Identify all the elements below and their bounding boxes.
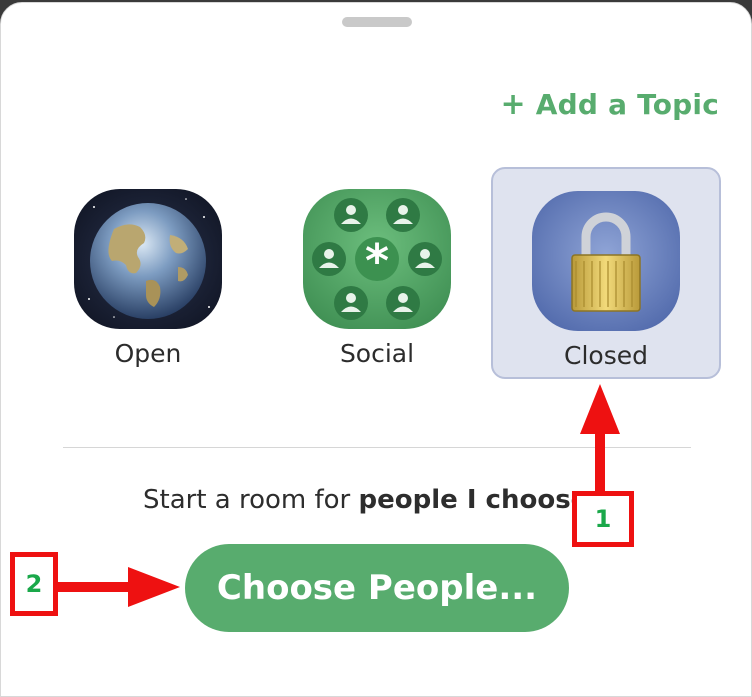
callout-1-badge: 1 — [572, 491, 634, 547]
annotation-arrows — [56, 384, 620, 607]
arrow-up-to-closed — [580, 384, 620, 500]
callout-2-badge: 2 — [10, 552, 58, 616]
arrow-right-to-button — [56, 567, 180, 607]
